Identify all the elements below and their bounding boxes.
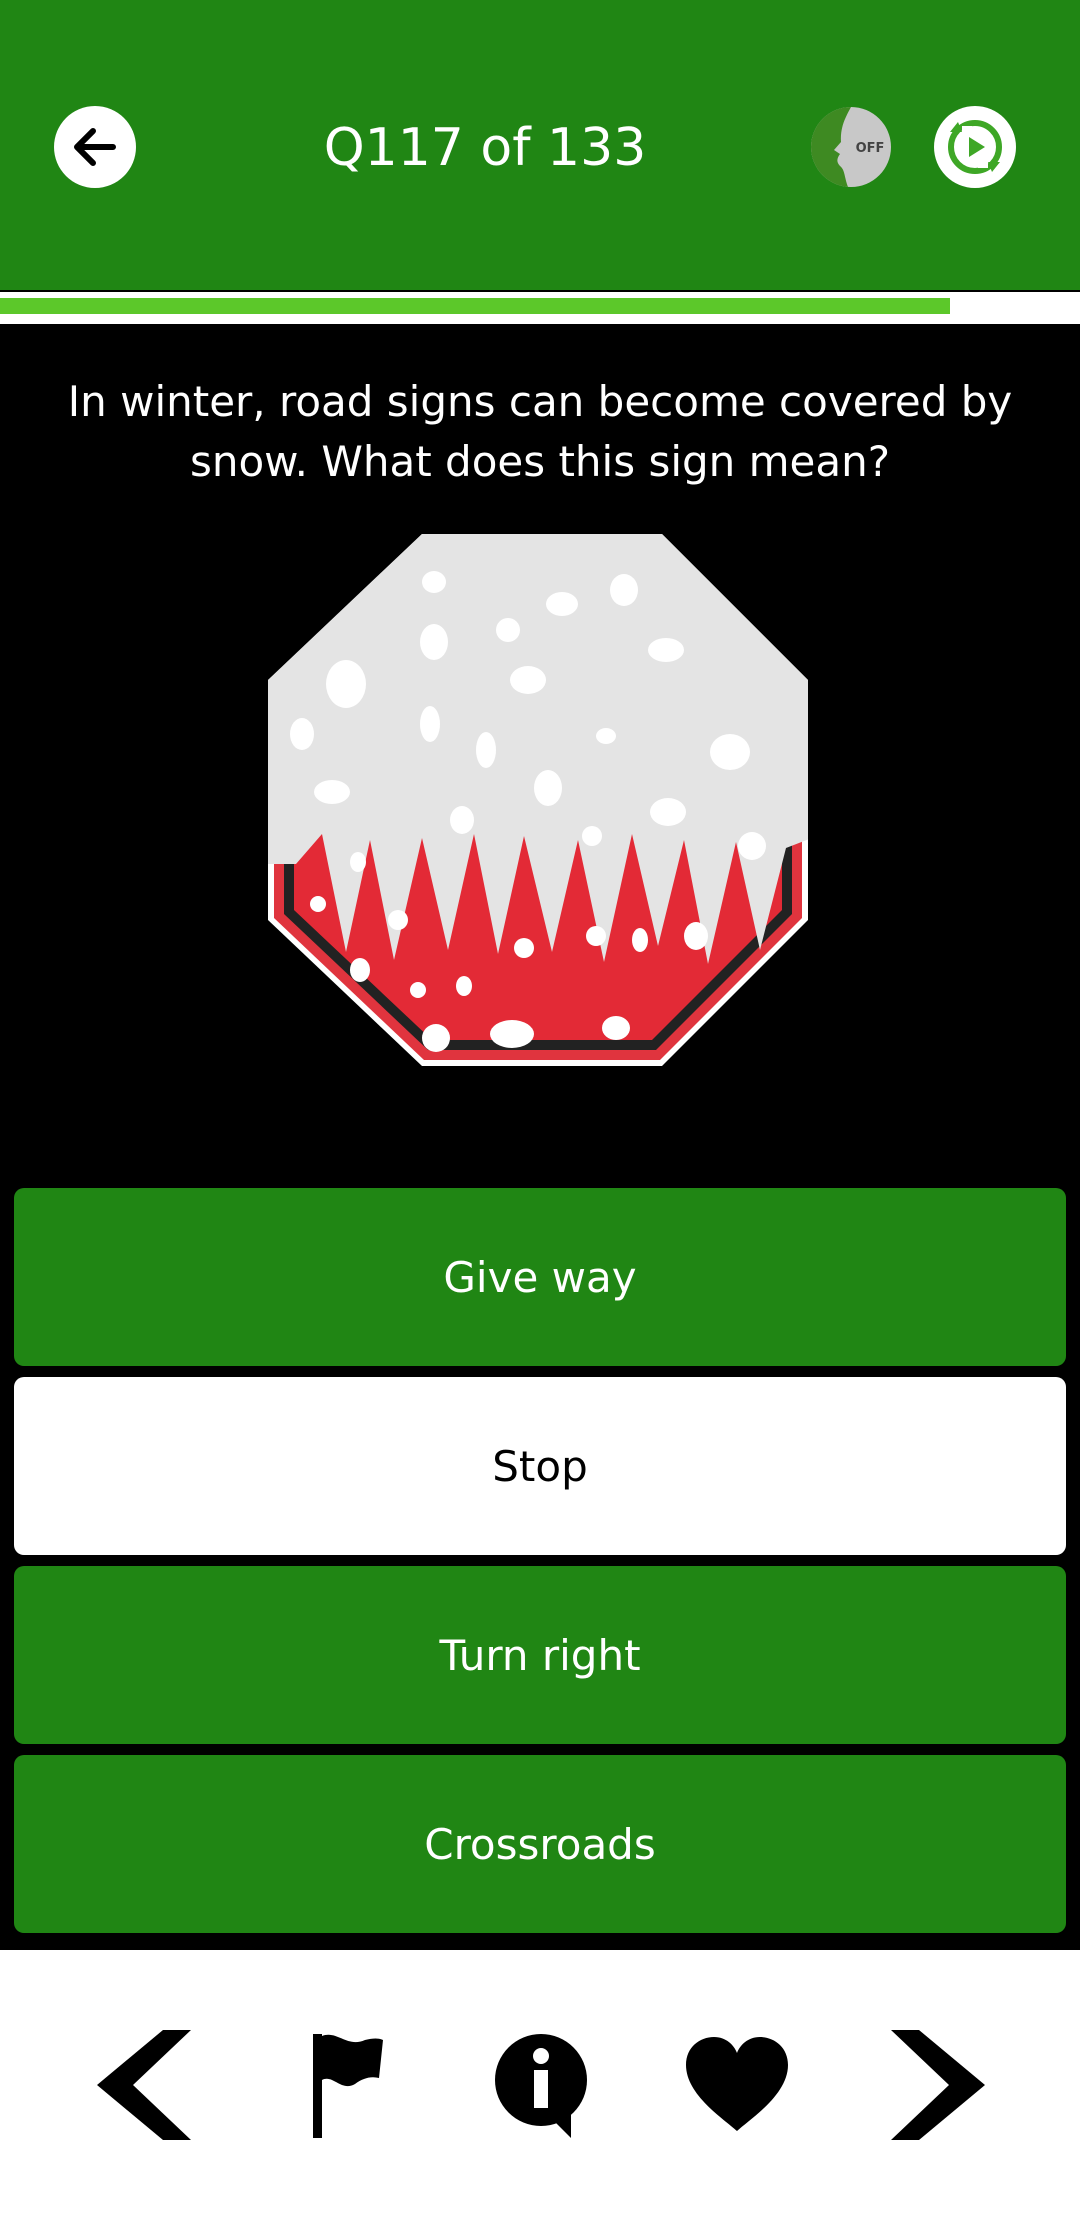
answer-label: Give way xyxy=(443,1252,637,1302)
flag-question-button[interactable] xyxy=(292,2030,402,2140)
chevron-left-icon xyxy=(97,2030,191,2140)
question-text: In winter, road signs can become covered… xyxy=(67,377,1013,486)
heart-icon xyxy=(686,2037,788,2131)
voice-off-icon: OFF xyxy=(811,107,891,187)
favorite-button[interactable] xyxy=(682,2030,792,2140)
answer-label: Turn right xyxy=(439,1630,641,1680)
answer-option-turn-right[interactable]: Turn right xyxy=(14,1566,1066,1744)
previous-question-button[interactable] xyxy=(88,2030,198,2140)
info-button[interactable] xyxy=(486,2030,596,2140)
back-button[interactable] xyxy=(54,106,136,188)
replay-icon xyxy=(948,120,1002,174)
arrow-left-icon xyxy=(74,128,116,166)
voice-badge-text: OFF xyxy=(856,141,885,156)
sign-image xyxy=(262,534,822,1094)
answer-label: Crossroads xyxy=(424,1819,656,1869)
answer-option-stop[interactable]: Stop xyxy=(14,1377,1066,1555)
next-question-button[interactable] xyxy=(884,2030,994,2140)
voice-toggle-button[interactable]: OFF xyxy=(810,106,892,188)
info-icon xyxy=(495,2034,587,2138)
answer-option-give-way[interactable]: Give way xyxy=(14,1188,1066,1366)
replay-button[interactable] xyxy=(934,106,1016,188)
snow-covered-stop-sign-icon xyxy=(268,534,808,1066)
answer-option-crossroads[interactable]: Crossroads xyxy=(14,1755,1066,1933)
page-title: Q117 of 133 xyxy=(323,118,647,178)
chevron-right-icon xyxy=(891,2030,985,2140)
progress-bar xyxy=(0,292,1080,324)
header-bar: Q117 of 133 OFF xyxy=(0,0,1080,290)
answer-label: Stop xyxy=(492,1441,588,1491)
progress-fill xyxy=(0,298,951,314)
flag-icon xyxy=(313,2034,383,2138)
